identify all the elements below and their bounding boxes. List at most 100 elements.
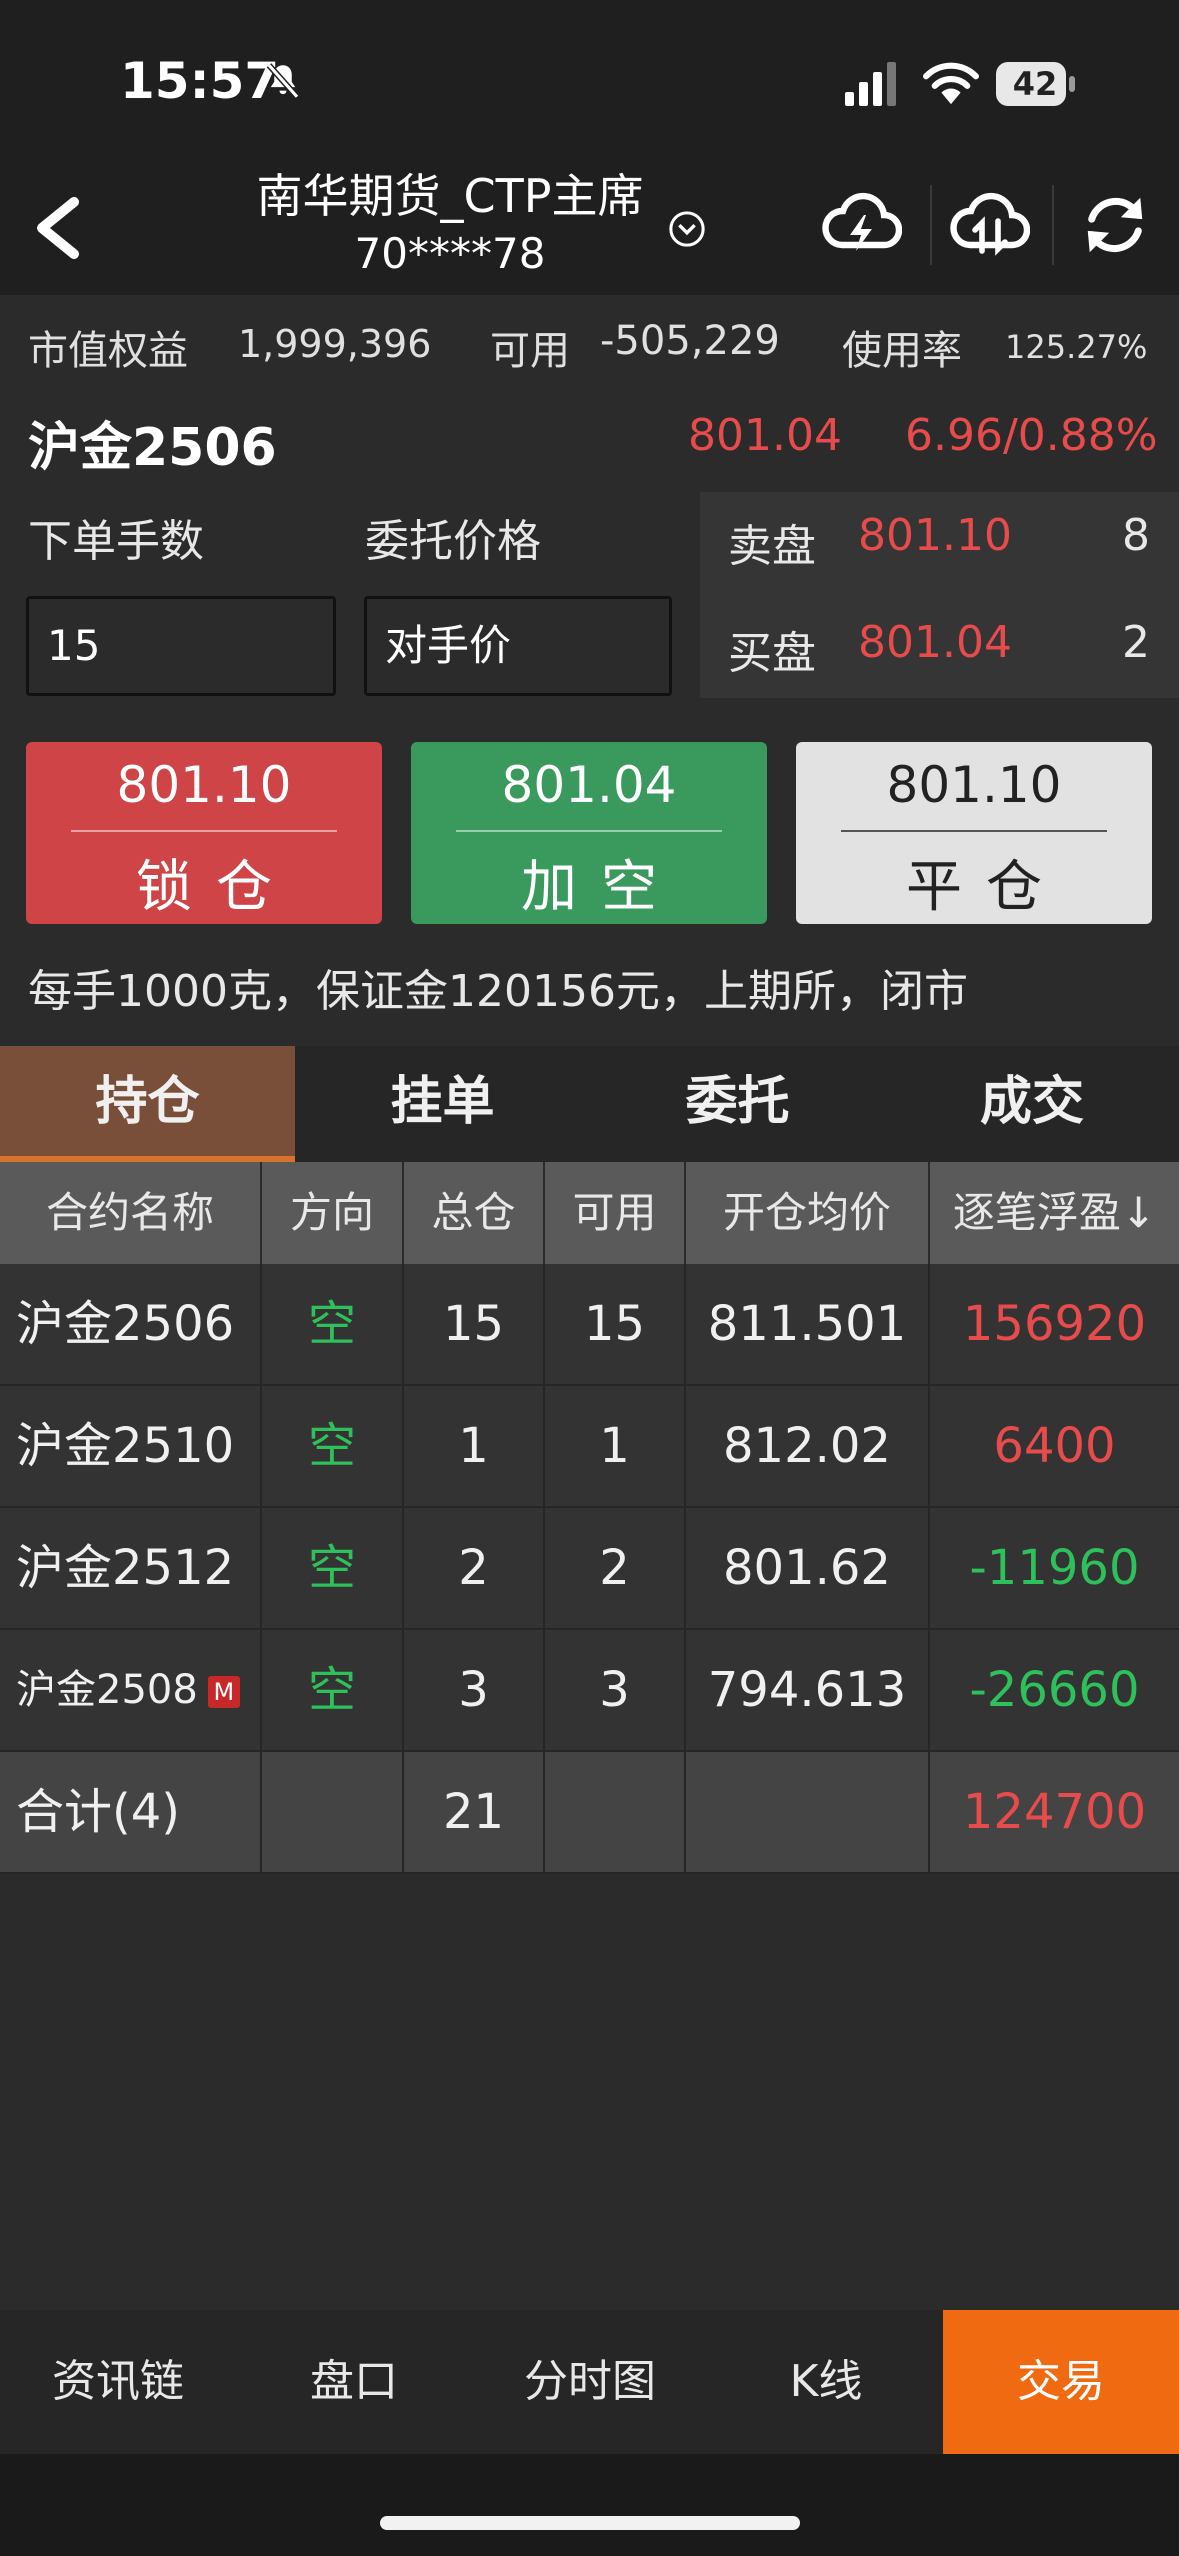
row-pnl: -26660 <box>969 1662 1140 1718</box>
row-contract: 沪金2512 <box>0 1508 262 1628</box>
row-available: 1 <box>545 1386 686 1506</box>
header-available[interactable]: 可用 <box>545 1162 686 1264</box>
row-direction: 空 <box>262 1386 404 1506</box>
table-row[interactable]: 沪金2508 M 空 3 3 794.613 -26660 <box>0 1630 1179 1752</box>
row-avg-price: 811.501 <box>686 1264 930 1384</box>
available-value: -505,229 <box>600 318 780 364</box>
bid-price[interactable]: 801.04 <box>858 617 1012 668</box>
row-pnl: 156920 <box>962 1296 1147 1352</box>
ask-quantity: 8 <box>1122 510 1150 561</box>
row-available: 3 <box>545 1630 686 1750</box>
row-direction: 空 <box>262 1630 404 1750</box>
nav-market-depth[interactable]: 盘口 <box>236 2310 472 2454</box>
summary-avg-price <box>686 1752 930 1872</box>
row-pnl: -11960 <box>969 1540 1140 1596</box>
price-type-select[interactable]: 对手价 <box>364 596 672 696</box>
main-contract-badge: M <box>207 1676 240 1708</box>
table-row[interactable]: 沪金2510 空 1 1 812.02 6400 <box>0 1386 1179 1508</box>
available-label: 可用 <box>490 328 570 374</box>
wifi-icon <box>923 62 979 105</box>
button-divider <box>841 830 1107 832</box>
contract-info: 每手1000克，保证金120156元，上期所，闭市 <box>28 966 968 1017</box>
table-row[interactable]: 沪金2512 空 2 2 801.62 -11960 <box>0 1508 1179 1630</box>
last-price: 801.04 <box>688 410 842 461</box>
header-pnl[interactable]: 逐笔浮盈↓ <box>930 1162 1179 1264</box>
home-indicator[interactable] <box>380 2516 800 2530</box>
summary-direction <box>262 1752 404 1872</box>
cloud-sync-icon[interactable] <box>950 188 1030 258</box>
row-avg-price: 794.613 <box>686 1630 930 1750</box>
status-time: 15:57 <box>120 52 280 110</box>
close-label: 平仓 <box>906 855 1066 920</box>
nav-trade[interactable]: 交易 <box>943 2310 1179 2454</box>
usage-value: 125.27% <box>1005 328 1148 366</box>
contract-name[interactable]: 沪金2506 <box>28 405 277 480</box>
nav-kline[interactable]: K线 <box>708 2310 944 2454</box>
row-direction: 空 <box>262 1264 404 1384</box>
row-contract: 沪金2510 <box>0 1386 262 1506</box>
row-contract-name: 沪金2508 <box>16 1667 198 1713</box>
chevron-down-icon[interactable] <box>668 210 706 248</box>
close-price: 801.10 <box>886 756 1062 814</box>
nav-news[interactable]: 资讯链 <box>0 2310 236 2454</box>
tab-pending[interactable]: 挂单 <box>295 1046 590 1162</box>
price-change: 6.96/0.88% <box>905 410 1158 461</box>
table-header: 合约名称 方向 总仓 可用 开仓均价 逐笔浮盈↓ <box>0 1162 1179 1264</box>
row-pnl: 6400 <box>993 1418 1116 1474</box>
account-title[interactable]: 南华期货_CTP主席 <box>220 170 680 222</box>
row-avg-price: 801.62 <box>686 1508 930 1628</box>
bid-quantity: 2 <box>1122 617 1150 668</box>
tab-bar: 持仓 挂单 委托 成交 <box>0 1046 1179 1162</box>
row-available: 15 <box>545 1264 686 1384</box>
nav-intraday[interactable]: 分时图 <box>472 2310 708 2454</box>
lock-label: 锁仓 <box>136 855 296 920</box>
summary-pnl: 124700 <box>962 1784 1147 1840</box>
tab-positions[interactable]: 持仓 <box>0 1046 295 1162</box>
header-contract[interactable]: 合约名称 <box>0 1162 262 1264</box>
back-arrow-icon[interactable] <box>30 196 86 260</box>
cellular-signal-icon <box>845 62 896 106</box>
header-avg-price[interactable]: 开仓均价 <box>686 1162 930 1264</box>
lock-position-button[interactable]: 801.10 锁仓 <box>26 742 382 924</box>
table-summary-row: 合计(4) 21 124700 <box>0 1752 1179 1874</box>
close-position-button[interactable]: 801.10 平仓 <box>796 742 1152 924</box>
row-total: 3 <box>404 1630 545 1750</box>
short-label: 加空 <box>521 855 681 920</box>
summary-label: 合计(4) <box>0 1752 262 1872</box>
tab-trades[interactable]: 成交 <box>885 1046 1179 1162</box>
price-type-label: 委托价格 <box>365 516 541 567</box>
quantity-label: 下单手数 <box>28 516 204 567</box>
row-contract: 沪金2508 M <box>0 1630 262 1750</box>
refresh-icon[interactable] <box>1080 190 1150 260</box>
summary-total: 21 <box>404 1752 545 1872</box>
account-number[interactable]: 70****78 <box>220 228 680 280</box>
battery-level: 42 <box>1012 65 1058 103</box>
usage-label: 使用率 <box>842 328 962 374</box>
ask-price[interactable]: 801.10 <box>858 510 1012 561</box>
header-total[interactable]: 总仓 <box>404 1162 545 1264</box>
row-avg-price: 812.02 <box>686 1386 930 1506</box>
table-row[interactable]: 沪金2506 空 15 15 811.501 156920 <box>0 1264 1179 1386</box>
summary-available <box>545 1752 686 1872</box>
header-direction[interactable]: 方向 <box>262 1162 404 1264</box>
button-divider <box>456 830 722 832</box>
cloud-lightning-icon[interactable] <box>822 188 902 258</box>
equity-value: 1,999,396 <box>238 322 432 366</box>
lock-price: 801.10 <box>116 756 292 814</box>
bid-label: 买盘 <box>728 628 816 679</box>
tab-orders[interactable]: 委托 <box>590 1046 885 1162</box>
row-total: 2 <box>404 1508 545 1628</box>
home-indicator-area <box>0 2454 1179 2556</box>
button-divider <box>71 830 337 832</box>
short-price: 801.04 <box>501 756 677 814</box>
row-direction: 空 <box>262 1508 404 1628</box>
nav-divider <box>930 185 932 265</box>
row-total: 15 <box>404 1264 545 1384</box>
equity-label: 市值权益 <box>28 328 188 374</box>
ask-label: 卖盘 <box>728 521 816 572</box>
row-total: 1 <box>404 1386 545 1506</box>
quantity-input[interactable]: 15 <box>26 596 336 696</box>
nav-divider <box>1052 185 1054 265</box>
row-available: 2 <box>545 1508 686 1628</box>
add-short-button[interactable]: 801.04 加空 <box>411 742 767 924</box>
